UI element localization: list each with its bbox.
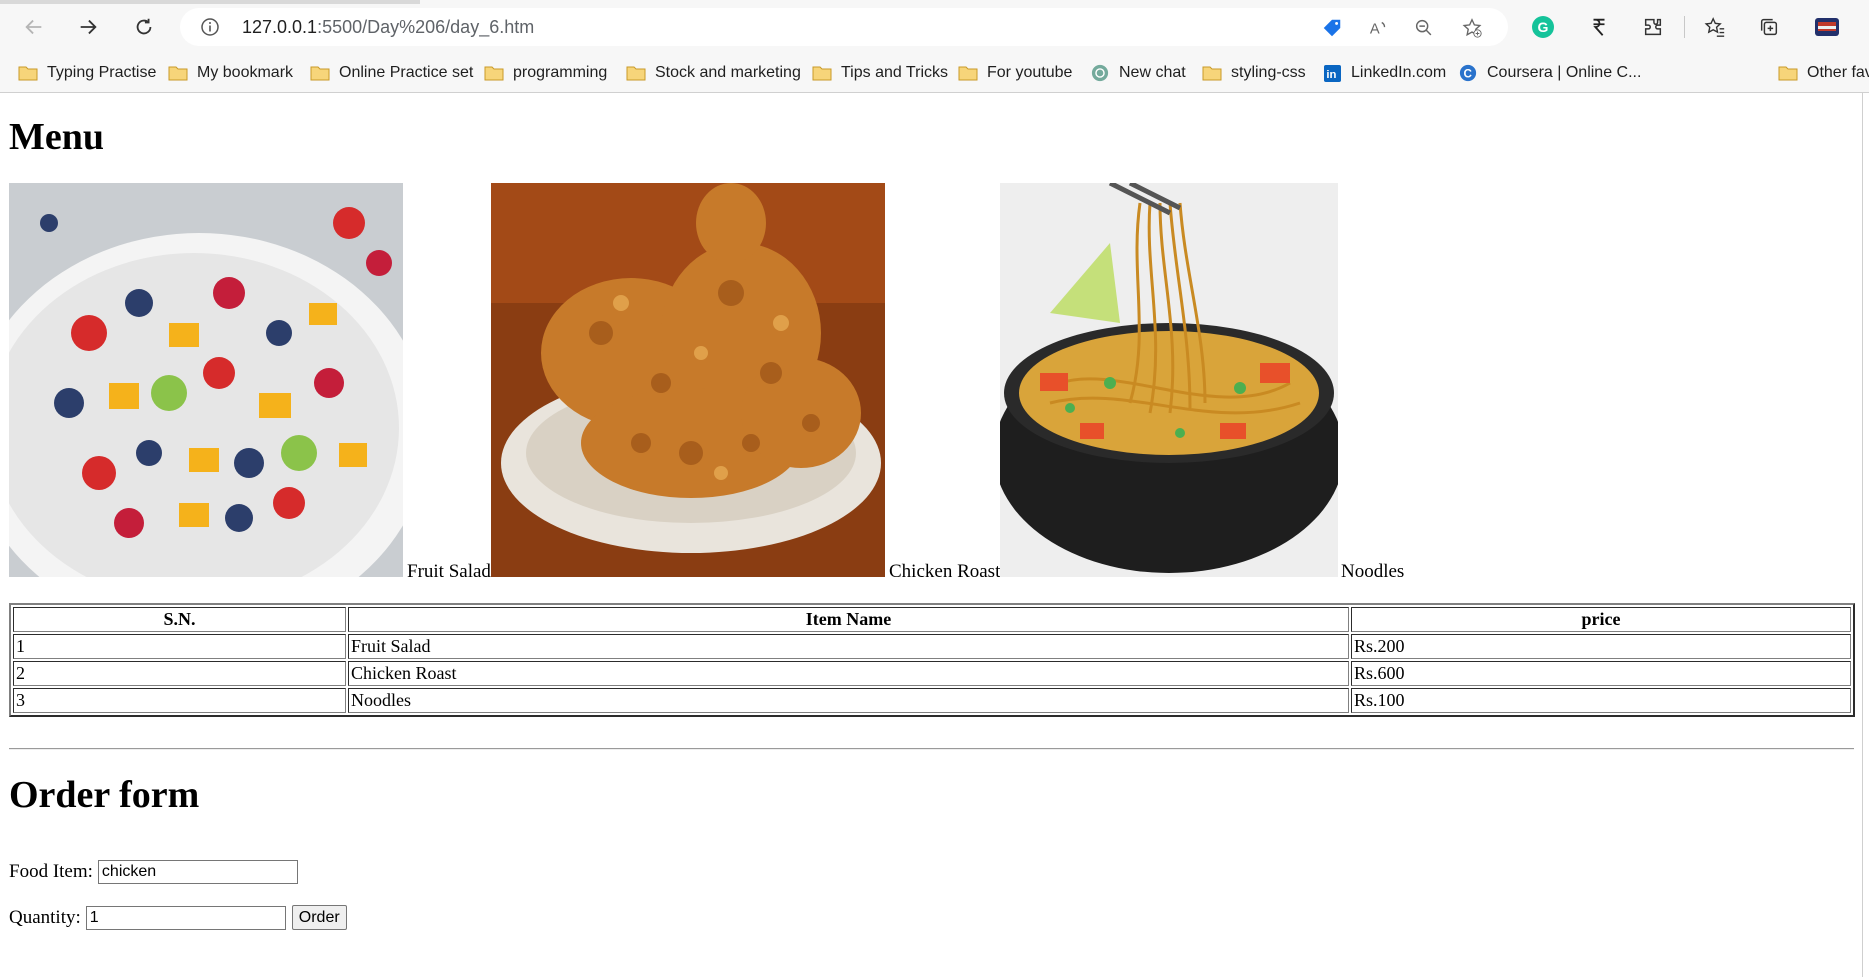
url-host: 127.0.0.1 [242,17,318,37]
bookmark-coursera[interactable]: C Coursera | Online C... [1458,60,1641,86]
horizontal-rule [9,748,1854,750]
forward-button[interactable] [70,9,106,45]
header-price: price [1351,607,1851,632]
bookmark-label: styling-css [1231,64,1306,81]
url-text[interactable]: 127.0.0.1:5500/Day%206/day_6.htm [242,17,534,38]
cell-sn: 2 [13,661,346,686]
svg-text:G: G [1538,19,1549,35]
site-info-icon[interactable] [200,17,220,37]
fruit-salad-image [9,183,403,577]
chatgpt-icon [1090,64,1110,82]
bookmark-label: Online Practice set [339,64,474,81]
folder-icon [626,64,646,82]
bookmark-programming[interactable]: programming [484,60,607,86]
bookmark-styling-css[interactable]: styling-css [1202,60,1306,86]
add-favorite-icon[interactable] [1460,16,1484,40]
bookmark-label: programming [513,64,608,81]
bookmark-label: For youtube [987,64,1073,81]
bookmark-label: New chat [1119,64,1186,81]
collections-icon[interactable] [1754,12,1784,42]
browser-toolbar: 127.0.0.1:5500/Day%206/day_6.htm A G [0,0,1869,54]
order-form-heading: Order form [9,774,200,816]
fruit-salad-caption: Fruit Salad [407,561,491,582]
favorites-icon[interactable] [1700,12,1730,42]
menu-table: S.N. Item Name price 1 Fruit Salad Rs.20… [9,603,1855,717]
bookmark-online-practice-set[interactable]: Online Practice set [310,60,473,86]
bookmark-stock-and-marketing[interactable]: Stock and marketing [626,60,801,86]
grammarly-icon[interactable]: G [1528,12,1558,42]
address-bar[interactable]: 127.0.0.1:5500/Day%206/day_6.htm A [180,8,1508,46]
reload-icon [136,18,152,35]
linkedin-icon: in [1322,64,1342,82]
back-arrow-icon [25,19,42,35]
bookmark-linkedin[interactable]: in LinkedIn.com [1322,60,1446,86]
bookmark-other-favorites[interactable]: Other fav [1778,60,1869,86]
cell-price: Rs.200 [1351,634,1851,659]
quantity-label: Quantity: [9,906,81,928]
bookmark-new-chat[interactable]: New chat [1090,60,1186,86]
bookmark-tips-and-tricks[interactable]: Tips and Tricks [812,60,948,86]
quantity-input[interactable] [85,905,286,930]
cell-price: Rs.100 [1351,688,1851,713]
folder-icon [1202,64,1222,82]
folder-icon [168,64,188,82]
bookmark-label: Other fav [1807,64,1869,81]
bookmark-label: Tips and Tricks [841,64,948,81]
table-header-row: S.N. Item Name price [13,607,1851,632]
folder-icon [812,64,832,82]
chicken-roast-caption: Chicken Roast [889,561,1001,582]
food-item-row: Food Item: [9,860,298,884]
toolbar-separator [1684,16,1685,38]
table-row: 2 Chicken Roast Rs.600 [13,661,1851,686]
cell-price: Rs.600 [1351,661,1851,686]
profile-avatar-icon[interactable] [1812,12,1842,42]
read-aloud-icon[interactable]: A [1367,16,1391,40]
rupee-extension-icon[interactable] [1584,12,1614,42]
bookmark-label: Coursera | Online C... [1487,64,1642,81]
zoom-out-icon[interactable] [1412,16,1436,40]
order-button[interactable]: Order [291,905,347,930]
folder-icon [1778,64,1798,82]
folder-icon [310,64,330,82]
cell-item-name: Chicken Roast [348,661,1349,686]
forward-arrow-icon [80,19,97,35]
header-sn: S.N. [13,607,346,632]
cell-item-name: Fruit Salad [348,634,1349,659]
reload-button[interactable] [126,9,162,45]
cell-sn: 1 [13,634,346,659]
bookmark-for-youtube[interactable]: For youtube [958,60,1072,86]
cell-item-name: Noodles [348,688,1349,713]
svg-text:C: C [1464,68,1473,81]
menu-heading: Menu [9,116,104,158]
quantity-row: Quantity: Order [9,905,347,930]
noodles-image [1000,183,1338,577]
folder-icon [958,64,978,82]
header-item-name: Item Name [348,607,1349,632]
bookmarks-bar: Typing Practise My bookmark Online Pract… [0,54,1869,93]
folder-icon [484,64,504,82]
bookmark-my-bookmark[interactable]: My bookmark [168,60,293,86]
noodles-caption: Noodles [1341,561,1405,582]
page-content: Menu Fruit Salad Chicken Roast Noodles S… [0,93,1863,977]
chicken-roast-image [491,183,885,577]
table-row: 3 Noodles Rs.100 [13,688,1851,713]
extensions-icon[interactable] [1638,12,1668,42]
active-tab-strip [0,0,420,4]
food-item-label: Food Item: [9,861,93,882]
bookmark-label: My bookmark [197,64,294,81]
coursera-icon: C [1458,64,1478,82]
svg-text:in: in [1326,69,1336,81]
bookmark-typing-practise[interactable]: Typing Practise [18,60,156,86]
bookmark-label: LinkedIn.com [1351,64,1447,81]
url-path: :5500/Day%206/day_6.htm [317,17,535,37]
price-tag-icon[interactable] [1320,16,1344,40]
back-button[interactable] [16,9,52,45]
svg-text:A: A [1370,22,1380,38]
cell-sn: 3 [13,688,346,713]
food-item-input[interactable] [97,860,298,884]
folder-icon [18,64,38,82]
bookmark-label: Stock and marketing [655,64,801,81]
bookmark-label: Typing Practise [47,64,157,81]
table-row: 1 Fruit Salad Rs.200 [13,634,1851,659]
